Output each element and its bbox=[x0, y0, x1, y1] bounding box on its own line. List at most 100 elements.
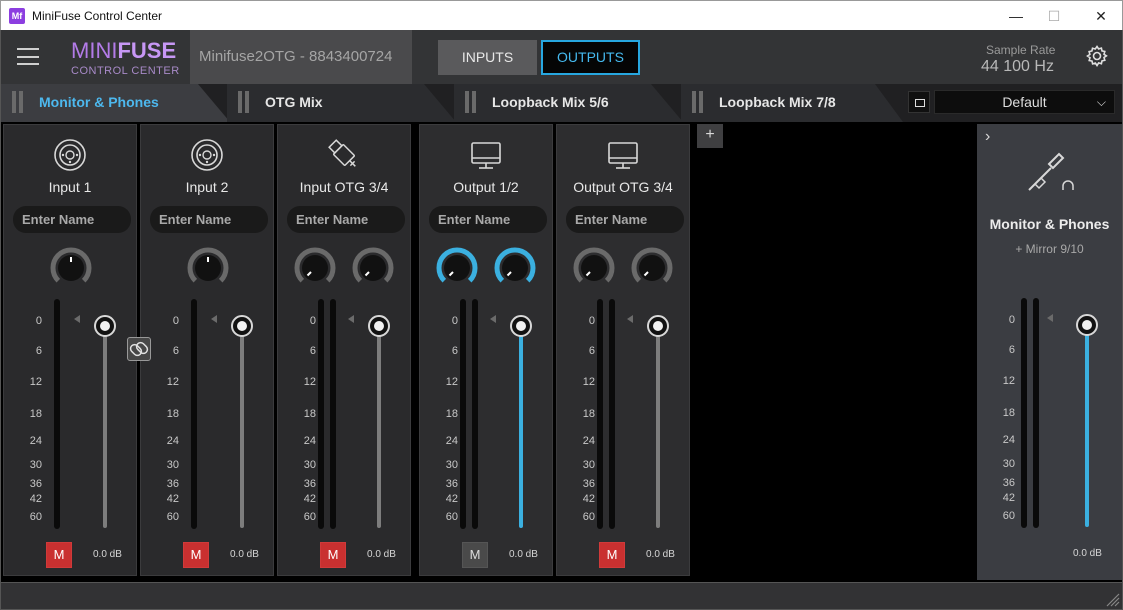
expand-icon[interactable]: › bbox=[985, 128, 990, 146]
fader-track[interactable] bbox=[519, 325, 523, 528]
logo-subtitle: CONTROL CENTER bbox=[71, 65, 180, 77]
scale-tick-label: 0 bbox=[309, 315, 316, 327]
tab-loopback-5-6[interactable]: Loopback Mix 5/6 bbox=[454, 84, 686, 122]
scale-tick-label: 42 bbox=[582, 493, 595, 505]
scale-tick-label: 30 bbox=[582, 459, 595, 471]
gain-value: 0.0 dB bbox=[646, 549, 675, 560]
level-meter-left bbox=[1021, 298, 1027, 528]
monitor-title: Monitor & Phones bbox=[989, 216, 1110, 232]
scale-tick-label: 36 bbox=[166, 478, 179, 490]
tab-label: Loopback Mix 5/6 bbox=[492, 94, 609, 110]
pan-knob-right[interactable] bbox=[352, 247, 394, 289]
preset-select[interactable]: Default ⌵ bbox=[934, 90, 1115, 114]
scale-tick-label: 30 bbox=[1002, 458, 1015, 470]
sample-rate-value[interactable]: 44 100 Hz bbox=[981, 58, 1054, 76]
tab-monitor-phones[interactable]: Monitor & Phones bbox=[1, 84, 233, 122]
mute-button[interactable]: M bbox=[599, 542, 625, 568]
channel-strip: Input 2 Enter Name 0 6 12 18 24 30 36 42 60 M 0.0 dB bbox=[140, 124, 274, 576]
peak-pointer bbox=[211, 315, 217, 323]
level-meter-right bbox=[472, 299, 478, 529]
channel-name-input[interactable]: Enter Name bbox=[287, 206, 405, 233]
peak-pointer bbox=[627, 315, 633, 323]
fader-knob[interactable] bbox=[231, 315, 253, 337]
fader-track[interactable] bbox=[240, 325, 244, 528]
app-logo-icon: Mf bbox=[9, 8, 25, 24]
maximize-button[interactable]: ☐ bbox=[1032, 1, 1076, 31]
channel-name-input[interactable]: Enter Name bbox=[429, 206, 547, 233]
scale-tick-label: 0 bbox=[1008, 314, 1015, 326]
preset-value: Default bbox=[1002, 94, 1047, 110]
channel-name-input[interactable]: Enter Name bbox=[13, 206, 131, 233]
inputs-button[interactable]: INPUTS bbox=[438, 40, 537, 75]
mute-button[interactable]: M bbox=[46, 542, 72, 568]
gear-icon[interactable] bbox=[1085, 44, 1109, 68]
level-meter bbox=[54, 299, 60, 529]
menu-icon[interactable] bbox=[17, 48, 39, 65]
pan-knob-left[interactable] bbox=[436, 247, 478, 289]
app-header: MINIFUSE CONTROL CENTER Minifuse2OTG - 8… bbox=[0, 30, 1123, 84]
scale-tick-label: 0 bbox=[35, 315, 42, 327]
tab-loopback-7-8[interactable]: Loopback Mix 7/8 bbox=[681, 84, 913, 122]
fader-knob[interactable] bbox=[510, 315, 532, 337]
channel-strip: Input OTG 3/4 Enter Name 0 6 12 18 24 30 36 42 60 M… bbox=[277, 124, 411, 576]
fader-knob[interactable] bbox=[1076, 314, 1098, 336]
scale-tick-label: 42 bbox=[166, 493, 179, 505]
scale-tick-label: 24 bbox=[582, 435, 595, 447]
mute-button[interactable]: M bbox=[320, 542, 346, 568]
fader-track[interactable] bbox=[1085, 324, 1089, 527]
scale-tick-label: 6 bbox=[451, 345, 458, 357]
usb-icon bbox=[326, 137, 362, 173]
scale-tick-label: 6 bbox=[1008, 344, 1015, 356]
fader-track[interactable] bbox=[377, 325, 381, 528]
link-channels-button[interactable] bbox=[127, 337, 151, 361]
peak-pointer bbox=[74, 315, 80, 323]
gain-value: 0.0 dB bbox=[509, 549, 538, 560]
fader-knob[interactable] bbox=[647, 315, 669, 337]
level-meter-left bbox=[597, 299, 603, 529]
resize-grip-icon[interactable] bbox=[1104, 591, 1120, 607]
scale-tick-label: 42 bbox=[1002, 492, 1015, 504]
minifuse-logo: MINIFUSE CONTROL CENTER bbox=[71, 38, 180, 78]
channel-name: Input OTG 3/4 bbox=[299, 179, 389, 195]
scale-tick-label: 6 bbox=[35, 345, 42, 357]
channel-strip: Output OTG 3/4 Enter Name 0 6 12 18 24 30 36 42 60… bbox=[556, 124, 690, 576]
pan-knob-left[interactable] bbox=[573, 247, 615, 289]
scale-tick-label: 18 bbox=[29, 408, 42, 420]
pan-knob-right[interactable] bbox=[494, 247, 536, 289]
outputs-button[interactable]: OUTPUTS bbox=[541, 40, 640, 75]
fader-knob[interactable] bbox=[368, 315, 390, 337]
scale-tick-label: 36 bbox=[303, 478, 316, 490]
channel-name-input[interactable]: Enter Name bbox=[566, 206, 684, 233]
sample-rate-label: Sample Rate bbox=[986, 43, 1056, 57]
window-title: MiniFuse Control Center bbox=[32, 9, 163, 23]
mute-button[interactable]: M bbox=[183, 542, 209, 568]
fader-track[interactable] bbox=[656, 325, 660, 528]
channel-name: Input 2 bbox=[185, 179, 229, 195]
mute-button[interactable]: M bbox=[462, 542, 488, 568]
scale-tick-label: 18 bbox=[303, 408, 316, 420]
fader-knob[interactable] bbox=[94, 315, 116, 337]
scale-tick-label: 60 bbox=[166, 511, 179, 523]
gain-value: 0.0 dB bbox=[1073, 548, 1102, 559]
scale-tick-label: 12 bbox=[166, 376, 179, 388]
pan-knob-left[interactable] bbox=[294, 247, 336, 289]
scale-tick-label: 12 bbox=[582, 376, 595, 388]
scale-tick-label: 12 bbox=[303, 376, 316, 388]
logo-mini-text: MINI bbox=[71, 38, 118, 63]
scale-tick-label: 6 bbox=[309, 345, 316, 357]
fader-track[interactable] bbox=[103, 325, 107, 528]
tab-otg-mix[interactable]: OTG Mix bbox=[227, 84, 459, 122]
preset-save-icon[interactable] bbox=[908, 91, 930, 113]
headphone-jack-icon bbox=[1028, 152, 1074, 191]
scale-tick-label: 0 bbox=[588, 315, 595, 327]
pan-knob[interactable] bbox=[187, 247, 229, 289]
close-button[interactable]: ✕ bbox=[1079, 1, 1123, 31]
scale-tick-label: 36 bbox=[582, 478, 595, 490]
link-icon bbox=[129, 341, 149, 357]
device-name[interactable]: Minifuse2OTG - 8843400724 bbox=[190, 30, 412, 84]
pan-knob[interactable] bbox=[50, 247, 92, 289]
mix-tabs: Monitor & Phones OTG Mix Loopback Mix 5/… bbox=[0, 84, 1123, 122]
pan-knob-right[interactable] bbox=[631, 247, 673, 289]
channel-name-input[interactable]: Enter Name bbox=[150, 206, 268, 233]
add-mix-button[interactable]: + bbox=[697, 124, 723, 148]
